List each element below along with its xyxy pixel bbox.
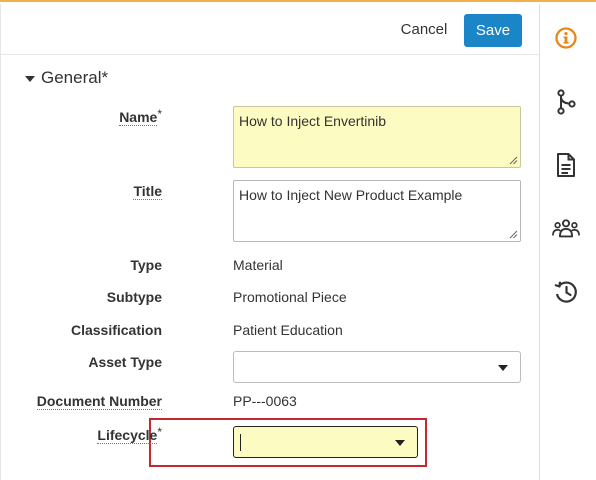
general-section-toggle[interactable]: General* xyxy=(25,66,108,90)
lifecycle-select[interactable] xyxy=(233,426,418,458)
subtype-value: Promotional Piece xyxy=(233,289,347,305)
required-marker: * xyxy=(157,425,162,439)
save-button[interactable]: Save xyxy=(464,14,522,47)
title-textarea[interactable]: How to Inject New Product Example xyxy=(233,180,521,242)
section-title: General* xyxy=(41,68,109,87)
document-number-value: PP---0063 xyxy=(233,393,297,409)
type-label: Type xyxy=(130,257,162,273)
title-value: How to Inject New Product Example xyxy=(239,187,463,203)
name-textarea[interactable]: How to Inject Envertinib xyxy=(233,106,521,168)
subtype-label: Subtype xyxy=(106,289,162,305)
caret-down-icon xyxy=(25,76,35,82)
document-number-label: Document Number xyxy=(36,393,162,410)
cancel-button[interactable]: Cancel xyxy=(393,14,455,46)
window-frame: Cancel Save General* Name* How to Inject… xyxy=(0,0,596,480)
name-label: Name* xyxy=(119,107,162,126)
name-value: How to Inject Envertinib xyxy=(239,113,387,129)
name-label-text: Name xyxy=(119,109,158,126)
toolbar: Cancel Save xyxy=(1,4,539,55)
classification-label: Classification xyxy=(70,322,162,338)
branch-icon[interactable] xyxy=(552,88,580,116)
document-properties-panel: Cancel Save General* Name* How to Inject… xyxy=(0,4,539,480)
asset-type-select[interactable] xyxy=(233,351,521,383)
asset-type-label: Asset Type xyxy=(88,354,162,370)
history-icon[interactable] xyxy=(552,278,580,306)
dropdown-arrow-icon xyxy=(498,365,508,371)
right-sidebar xyxy=(539,4,596,480)
lifecycle-label-text: Lifecycle xyxy=(97,427,158,444)
people-icon[interactable] xyxy=(552,214,580,242)
document-icon[interactable] xyxy=(552,151,580,179)
resize-handle-icon[interactable] xyxy=(509,156,518,165)
type-value: Material xyxy=(233,257,283,273)
required-marker: * xyxy=(157,107,162,121)
document-number-label-text: Document Number xyxy=(36,393,162,410)
title-label: Title xyxy=(133,183,162,200)
info-icon[interactable] xyxy=(552,24,580,52)
lifecycle-label: Lifecycle* xyxy=(97,425,162,444)
classification-value: Patient Education xyxy=(233,322,343,338)
text-cursor xyxy=(240,434,241,451)
dropdown-arrow-icon xyxy=(395,440,405,446)
title-label-text: Title xyxy=(133,183,162,200)
resize-handle-icon[interactable] xyxy=(509,230,518,239)
